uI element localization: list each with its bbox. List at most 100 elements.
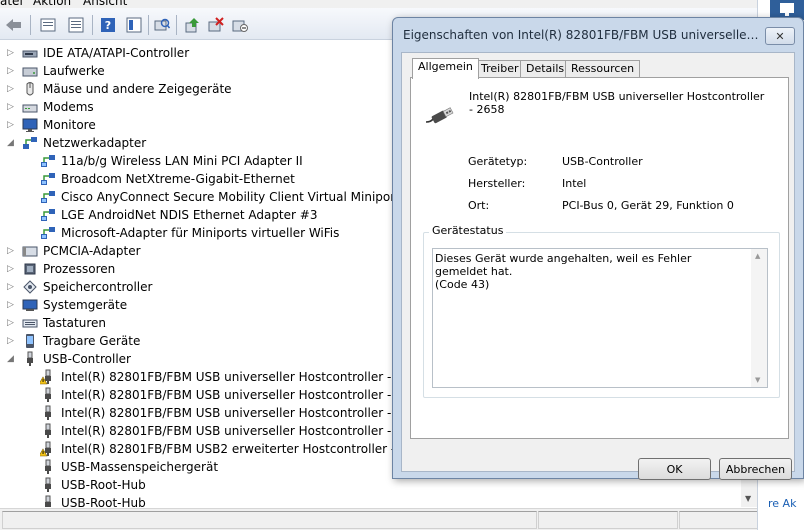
tree-item-label: Monitore bbox=[43, 118, 96, 132]
tree-item-label: Intel(R) 82801FB/FBM USB universeller Ho… bbox=[61, 424, 427, 438]
usb-warning-icon bbox=[40, 441, 51, 457]
pcmcia-icon bbox=[22, 246, 38, 257]
usb-warning-icon bbox=[40, 369, 51, 385]
tree-item-label: Intel(R) 82801FB/FBM USB universeller Ho… bbox=[61, 370, 426, 384]
usb-plug-icon bbox=[423, 100, 455, 132]
toolbar-separator bbox=[92, 15, 93, 35]
back-icon[interactable] bbox=[4, 15, 24, 35]
menu-ansicht[interactable]: Ansicht bbox=[83, 0, 127, 8]
usb-icon bbox=[45, 405, 51, 420]
tab-allgemein[interactable]: Allgemein bbox=[412, 58, 479, 79]
dialog-body: Allgemein Treiber Details Ressourcen Int… bbox=[401, 52, 795, 480]
scroll-up-icon[interactable]: ▲ bbox=[755, 252, 760, 260]
status-segment bbox=[2, 511, 537, 529]
expand-icon[interactable]: ▷ bbox=[6, 336, 15, 346]
tree-item-label: Systemgeräte bbox=[43, 298, 128, 312]
tree-item-label: Cisco AnyConnect Secure Mobility Client … bbox=[61, 190, 435, 204]
tree-item-label: Tastaturen bbox=[43, 316, 106, 330]
usb-icon bbox=[45, 459, 51, 474]
usb-icon bbox=[27, 351, 33, 366]
collapse-icon[interactable]: ◢ bbox=[6, 354, 15, 364]
tree-item-label: Modems bbox=[43, 100, 94, 114]
tree-item-label: Speichercontroller bbox=[43, 280, 153, 294]
network-adapter-icon bbox=[41, 209, 55, 221]
ok-button[interactable]: OK bbox=[638, 458, 711, 480]
dialog-title: Eigenschaften von Intel(R) 82801FB/FBM U… bbox=[403, 28, 763, 42]
device-type-label: Gerätetyp: bbox=[468, 155, 528, 168]
network-adapter-icon bbox=[41, 173, 55, 185]
usb-icon bbox=[45, 477, 51, 492]
tree-item-label: Netzwerkadapter bbox=[43, 136, 147, 150]
device-status-text: Dieses Gerät wurde angehalten, weil es F… bbox=[435, 252, 692, 291]
device-status-textbox[interactable]: Dieses Gerät wurde angehalten, weil es F… bbox=[432, 248, 768, 388]
manufacturer-value: Intel bbox=[562, 177, 587, 190]
properties-icon[interactable] bbox=[66, 15, 86, 35]
mouse-icon bbox=[26, 82, 34, 96]
device-name: Intel(R) 82801FB/FBM USB universeller Ho… bbox=[469, 90, 765, 116]
expand-icon[interactable]: ▷ bbox=[6, 48, 15, 58]
scroll-down-icon[interactable]: ▼ bbox=[745, 494, 751, 503]
toolbar-separator bbox=[176, 15, 177, 35]
tree-item-label: Prozessoren bbox=[43, 262, 116, 276]
usb-icon bbox=[45, 423, 51, 438]
tree-item-label: USB-Root-Hub bbox=[61, 478, 146, 492]
tree-item-label: USB-Controller bbox=[43, 352, 131, 366]
usb-icon bbox=[45, 387, 51, 402]
processor-icon bbox=[24, 263, 36, 275]
scroll-down-icon[interactable]: ▼ bbox=[755, 376, 760, 384]
status-scrollbar[interactable]: ▲ ▼ bbox=[751, 249, 767, 387]
expand-icon[interactable]: ▷ bbox=[6, 264, 15, 274]
portable-device-icon bbox=[26, 334, 34, 348]
usb-icon bbox=[45, 495, 51, 507]
expand-icon[interactable]: ▷ bbox=[6, 84, 15, 94]
location-label: Ort: bbox=[468, 199, 490, 212]
more-actions-link[interactable]: re Ak bbox=[768, 497, 796, 510]
menu-datei[interactable]: atei bbox=[0, 0, 23, 8]
tree-item-label: USB-Massenspeichergerät bbox=[61, 460, 219, 474]
collapse-icon[interactable]: ◢ bbox=[6, 138, 15, 148]
expand-icon[interactable]: ▷ bbox=[6, 120, 15, 130]
menu-aktion[interactable]: Aktion bbox=[33, 0, 71, 8]
tree-item-label: Broadcom NetXtreme-Gigabit-Ethernet bbox=[61, 172, 295, 186]
tree-item-label: 11a/b/g Wireless LAN Mini PCI Adapter II bbox=[61, 154, 303, 168]
disable-device-icon[interactable] bbox=[230, 15, 250, 35]
menu-bar: atei Aktion Ansicht bbox=[0, 0, 770, 8]
tree-device[interactable]: USB-Root-Hub bbox=[0, 494, 741, 507]
tree-item-label: IDE ATA/ATAPI-Controller bbox=[43, 46, 190, 60]
svg-text:?: ? bbox=[105, 19, 111, 32]
cancel-button[interactable]: Abbrechen bbox=[719, 458, 792, 480]
expand-icon[interactable]: ▷ bbox=[6, 66, 15, 76]
status-bar bbox=[0, 508, 770, 530]
tab-ressourcen[interactable]: Ressourcen bbox=[565, 60, 641, 78]
tree-item-label: Microsoft-Adapter für Miniports virtuell… bbox=[61, 226, 340, 240]
storage-controller-icon bbox=[23, 280, 37, 294]
close-icon: ✕ bbox=[775, 29, 785, 43]
device-status-legend: Gerätestatus bbox=[429, 224, 507, 237]
tree-item-label: Tragbare Geräte bbox=[43, 334, 141, 348]
expand-icon[interactable]: ▷ bbox=[6, 318, 15, 328]
up-folder-icon[interactable] bbox=[38, 15, 58, 35]
scan-hardware-icon[interactable] bbox=[152, 15, 172, 35]
expand-icon[interactable]: ▷ bbox=[6, 246, 15, 256]
tree-item-label: Intel(R) 82801FB/FBM USB universeller Ho… bbox=[61, 388, 426, 402]
monitor-icon bbox=[22, 118, 38, 132]
disk-drive-icon bbox=[22, 67, 38, 77]
expand-icon[interactable]: ▷ bbox=[6, 282, 15, 292]
status-segment bbox=[679, 511, 767, 529]
tab-details[interactable]: Details bbox=[520, 60, 571, 78]
tree-item-label: LGE AndroidNet NDIS Ethernet Adapter #3 bbox=[61, 208, 318, 222]
uninstall-icon[interactable] bbox=[206, 15, 226, 35]
update-driver-icon[interactable] bbox=[182, 15, 202, 35]
properties-dialog: Eigenschaften von Intel(R) 82801FB/FBM U… bbox=[392, 17, 804, 480]
tree-item-label: Mäuse und andere Zeigegeräte bbox=[43, 82, 232, 96]
tab-treiber[interactable]: Treiber bbox=[475, 60, 525, 78]
status-segment bbox=[538, 511, 678, 529]
help-icon[interactable]: ? bbox=[98, 15, 118, 35]
close-button[interactable]: ✕ bbox=[765, 27, 795, 45]
expand-icon[interactable]: ▷ bbox=[6, 102, 15, 112]
network-adapter-icon bbox=[41, 155, 55, 167]
show-hide-icon[interactable] bbox=[124, 15, 144, 35]
tree-item-label: Intel(R) 82801FB/FBM USB2 erweiterter Ho… bbox=[61, 442, 431, 456]
expand-icon[interactable]: ▷ bbox=[6, 300, 15, 310]
network-adapter-icon bbox=[41, 191, 55, 203]
